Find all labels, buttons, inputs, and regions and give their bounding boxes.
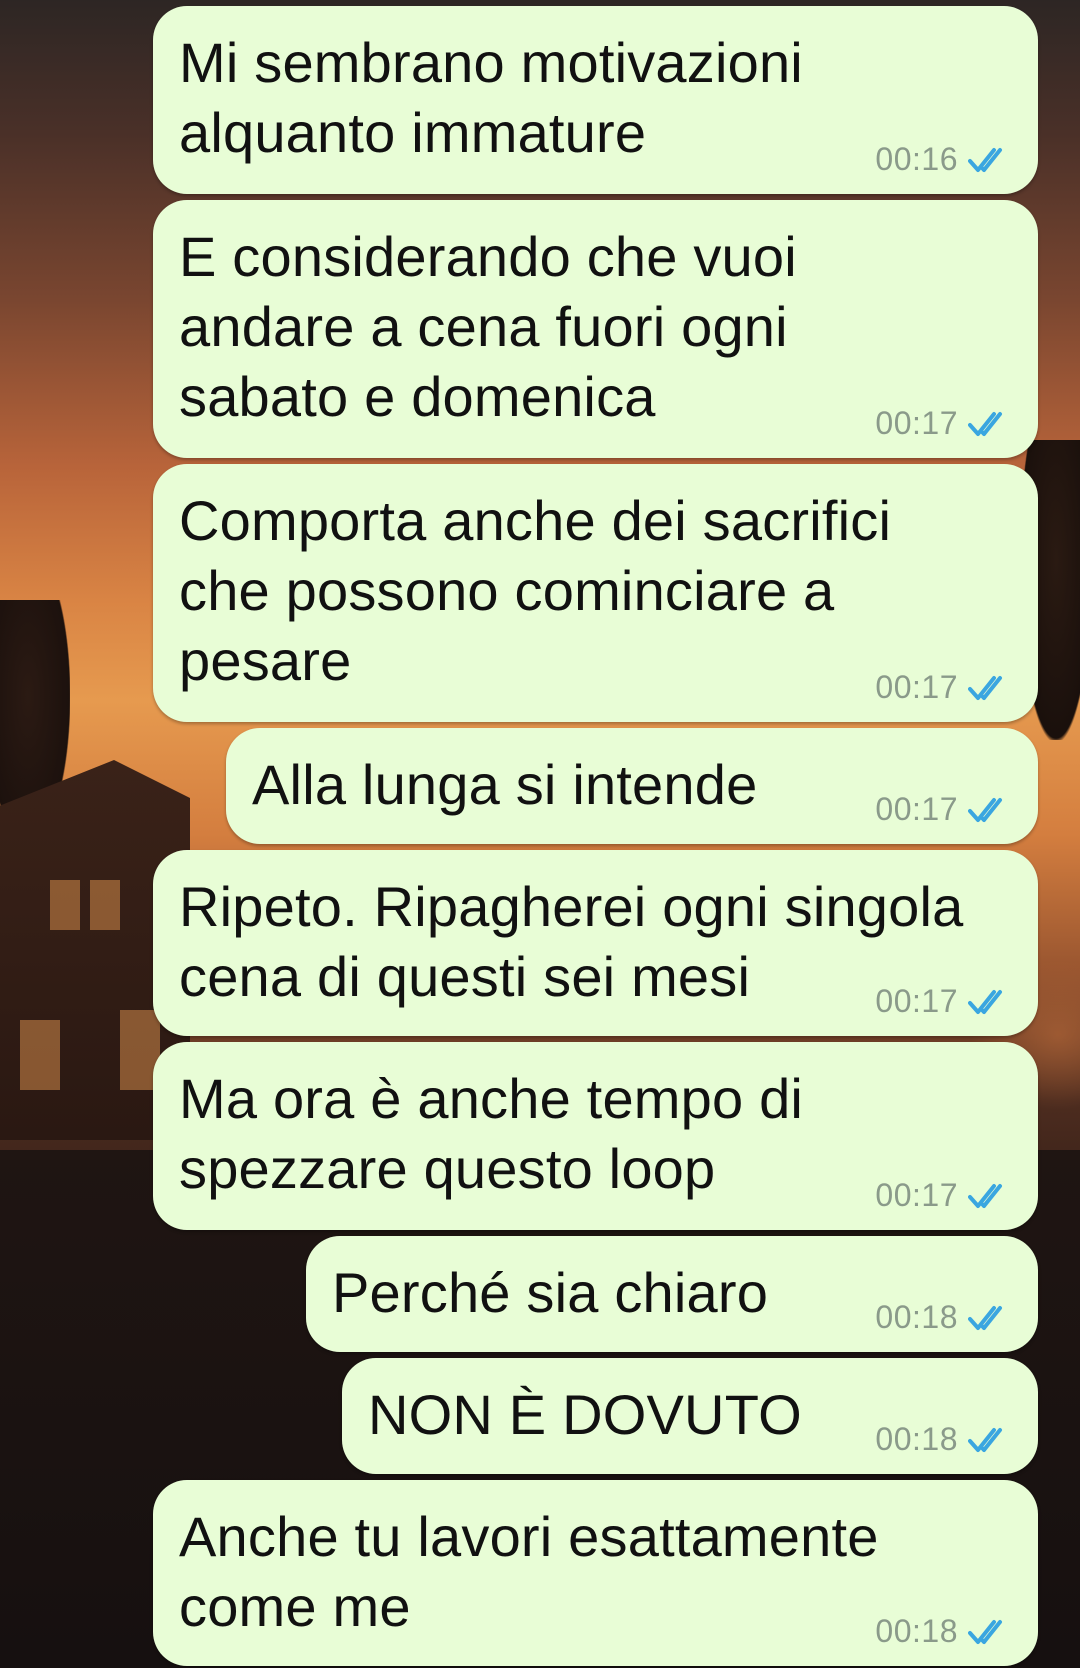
- message-time: 00:17: [875, 1177, 958, 1213]
- double-check-icon: [968, 147, 1002, 172]
- message-bubble-outgoing[interactable]: Mi sembrano motivazioni alquanto immatur…: [153, 6, 1038, 194]
- message-meta: 00:16: [875, 141, 1010, 178]
- double-check-icon: [968, 1305, 1002, 1330]
- double-check-icon: [968, 411, 1002, 436]
- message-meta: 00:18: [875, 1421, 1010, 1458]
- message-meta: 00:17: [875, 1177, 1010, 1214]
- message-time: 00:18: [875, 1421, 958, 1457]
- double-check-icon: [968, 989, 1002, 1014]
- message-bubble-outgoing[interactable]: Perché sia chiaro 00:18: [306, 1236, 1038, 1352]
- message-time: 00:18: [875, 1613, 958, 1649]
- double-check-icon: [968, 675, 1002, 700]
- double-check-icon: [968, 1619, 1002, 1644]
- message-bubble-outgoing[interactable]: Ripeto. Ripagherei ogni singola cena di …: [153, 850, 1038, 1036]
- message-meta: 00:18: [875, 1299, 1010, 1336]
- message-list[interactable]: Mi sembrano motivazioni alquanto immatur…: [0, 0, 1080, 1668]
- message-time: 00:17: [875, 983, 958, 1019]
- double-check-icon: [968, 797, 1002, 822]
- message-bubble-outgoing[interactable]: Alla lunga si intende 00:17: [226, 728, 1038, 844]
- message-meta: 00:17: [875, 983, 1010, 1020]
- message-time: 00:17: [875, 669, 958, 705]
- message-meta: 00:17: [875, 405, 1010, 442]
- message-bubble-outgoing[interactable]: Ma ora è anche tempo di spezzare questo …: [153, 1042, 1038, 1230]
- message-meta: 00:18: [875, 1613, 1010, 1650]
- double-check-icon: [968, 1183, 1002, 1208]
- message-bubble-outgoing[interactable]: NON È DOVUTO 00:18: [342, 1358, 1038, 1474]
- message-meta: 00:17: [875, 791, 1010, 828]
- message-bubble-outgoing[interactable]: Comporta anche dei sacrifici che possono…: [153, 464, 1038, 722]
- message-bubble-outgoing[interactable]: E considerando che vuoi andare a cena fu…: [153, 200, 1038, 458]
- double-check-icon: [968, 1427, 1002, 1452]
- message-time: 00:18: [875, 1299, 958, 1335]
- message-meta: 00:17: [875, 669, 1010, 706]
- message-time: 00:17: [875, 791, 958, 827]
- message-time: 00:16: [875, 141, 958, 177]
- message-bubble-outgoing[interactable]: Anche tu lavori esattamente come me 00:1…: [153, 1480, 1038, 1666]
- message-text: Comporta anche dei sacrifici che possono…: [179, 489, 892, 692]
- message-time: 00:17: [875, 405, 958, 441]
- message-text: E considerando che vuoi andare a cena fu…: [179, 225, 797, 428]
